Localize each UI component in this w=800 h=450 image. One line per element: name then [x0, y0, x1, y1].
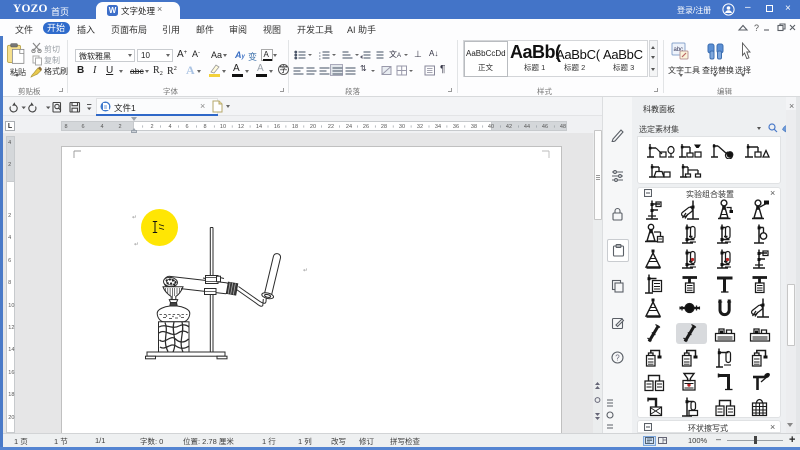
svg-text:?: ?: [615, 354, 620, 363]
svg-text:?: ?: [754, 23, 759, 32]
